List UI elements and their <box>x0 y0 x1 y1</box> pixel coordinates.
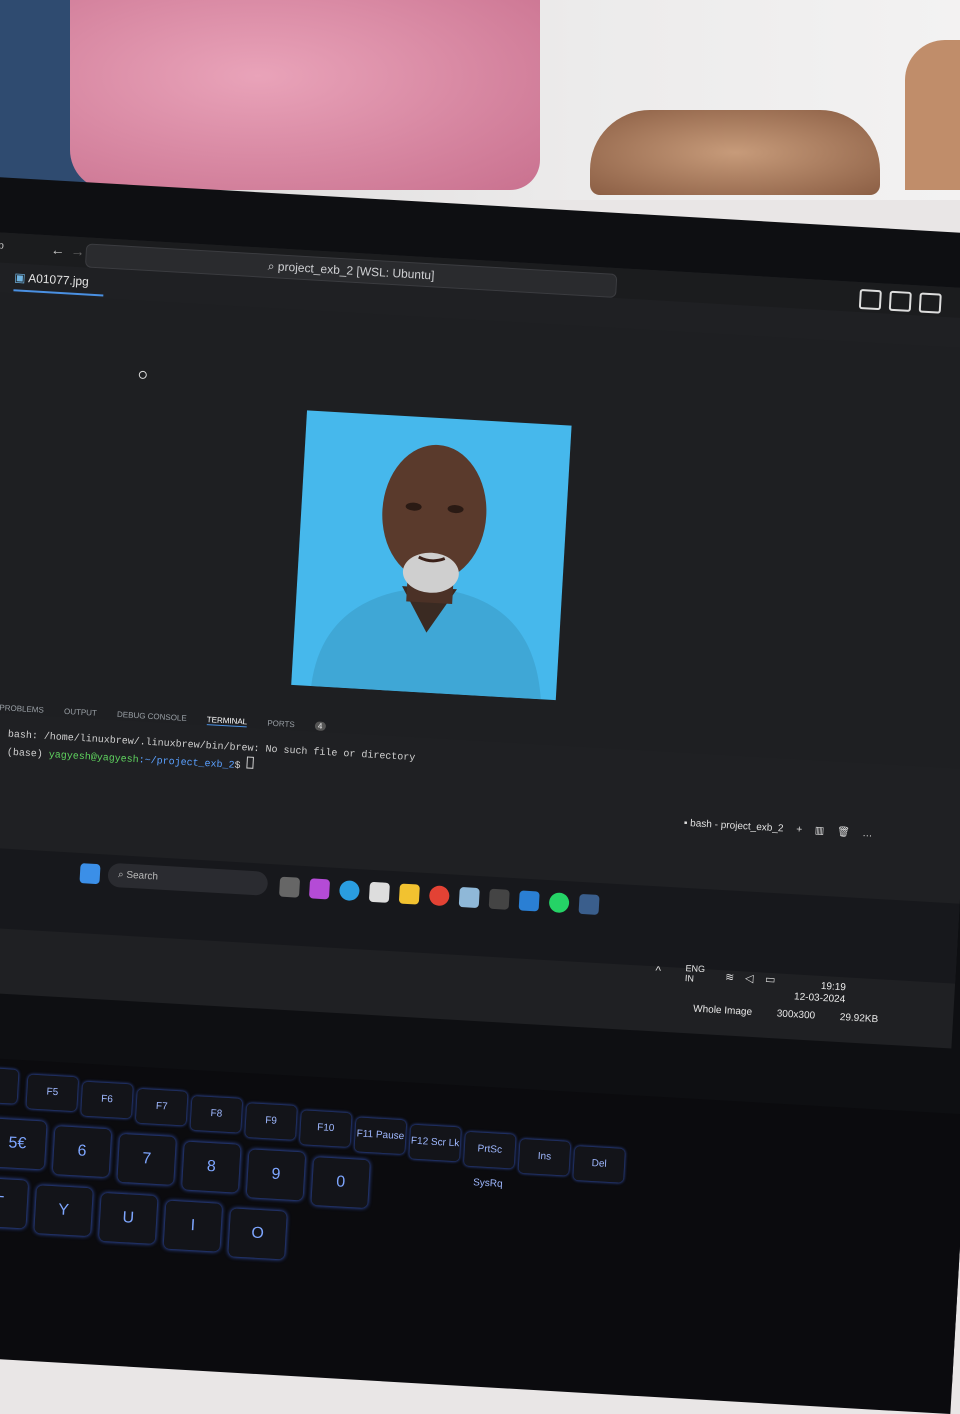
taskbar-search[interactable]: ⌕ Search <box>107 862 269 896</box>
key-prtsc[interactable]: PrtSc SysRq <box>463 1131 516 1190</box>
pink-garment <box>70 0 540 190</box>
chrome-icon[interactable] <box>428 885 450 907</box>
date-label: 12-03-2024 <box>793 991 846 1006</box>
battery-icon[interactable]: ▭ <box>765 973 776 987</box>
tab-output[interactable]: OUTPUT <box>64 707 97 718</box>
image-size: 29.92KB <box>839 1012 879 1026</box>
conda-prefix: (base) <box>6 747 50 762</box>
command-center[interactable]: ⌕ project_exb_2 [WSL: Ubuntu] <box>84 243 618 298</box>
user-host: yagyesh@yagyesh <box>48 750 139 767</box>
terminal-app-icon[interactable] <box>488 888 510 910</box>
blanket <box>590 110 880 195</box>
clock[interactable]: 19:19 12-03-2024 <box>794 979 846 1006</box>
key-f6[interactable]: F6 <box>81 1081 133 1119</box>
windows-start-icon[interactable] <box>79 863 101 885</box>
layout-toggle-panel-icon[interactable] <box>888 290 912 312</box>
key-u[interactable]: U <box>98 1192 158 1244</box>
region-label: IN <box>684 973 695 984</box>
postgres-icon[interactable] <box>578 893 600 915</box>
key-y[interactable]: Y <box>34 1185 93 1237</box>
trash-icon[interactable]: 🗑 <box>837 827 850 839</box>
command-center-label: project_exb_2 [WSL: Ubuntu] <box>277 259 435 283</box>
key-t[interactable]: T <box>0 1177 29 1229</box>
wifi-icon[interactable]: ≋ <box>725 970 735 984</box>
portrait-photo <box>291 410 572 701</box>
calendar-icon[interactable] <box>368 881 390 903</box>
back-arrow-icon[interactable]: ← <box>50 241 65 258</box>
laptop: lp ← → ⌕ project_exb_2 [WSL: Ubuntu] ▣ A… <box>0 175 960 1414</box>
volume-icon[interactable]: ◁ <box>745 972 754 985</box>
key-7[interactable]: 7 <box>117 1133 176 1185</box>
image-dimensions: 300x300 <box>776 1008 816 1022</box>
cursor-block <box>246 756 255 769</box>
left-fragment: lp <box>0 240 5 252</box>
key-i[interactable]: I <box>163 1200 223 1252</box>
screen: lp ← → ⌕ project_exb_2 [WSL: Ubuntu] ▣ A… <box>0 229 960 1049</box>
tab-ports[interactable]: PORTS <box>267 719 295 730</box>
key-8[interactable]: 8 <box>181 1141 241 1193</box>
ports-count-badge: 4 <box>314 721 326 731</box>
key-5[interactable]: 5€ <box>0 1118 47 1170</box>
key-o[interactable]: O <box>228 1208 287 1260</box>
windows-taskbar: ⌕ Search <box>0 843 960 984</box>
language-indicator[interactable]: ENG IN <box>685 963 706 984</box>
whatsapp-icon[interactable] <box>548 892 570 914</box>
key-f11[interactable]: F11 Pause <box>354 1117 407 1155</box>
split-icon[interactable]: ▥ <box>814 825 824 837</box>
file-explorer-icon[interactable] <box>398 883 420 905</box>
key-f7[interactable]: F7 <box>135 1088 188 1126</box>
cursor-icon <box>138 370 148 380</box>
terminal-instance-label: bash - project_exb_2 <box>689 818 784 835</box>
key-del[interactable]: Del <box>573 1146 626 1183</box>
chevron-up-icon[interactable]: ^ <box>655 963 661 977</box>
key-6[interactable]: 6 <box>52 1126 112 1178</box>
task-view-icon[interactable] <box>278 876 301 898</box>
layout-toggle-sidebar-icon[interactable] <box>858 288 882 311</box>
prompt-suffix: $ <box>234 760 247 773</box>
image-status-bar: Whole Image 300x300 29.92KB <box>693 1004 879 1026</box>
key-f4[interactable]: F4 <box>0 1066 19 1104</box>
tab-terminal[interactable]: TERMINAL <box>206 715 248 728</box>
search-label: Search <box>126 869 159 883</box>
key-ins[interactable]: Ins <box>518 1138 571 1176</box>
key-9[interactable]: 9 <box>246 1149 306 1201</box>
cwd-path: :~/project_exb_2 <box>138 755 235 772</box>
key-f5[interactable]: F5 <box>26 1074 79 1112</box>
key-f9[interactable]: F9 <box>245 1103 297 1140</box>
terminal-instance[interactable]: ▪ bash - project_exb_2 + ▥ 🗑 … <box>684 818 873 840</box>
more-icon[interactable]: … <box>862 828 873 840</box>
portrait-illustration <box>311 444 541 700</box>
image-viewer <box>0 289 960 769</box>
key-f8[interactable]: F8 <box>190 1095 243 1133</box>
keyboard: F4 F5 F6 F7 F8 F9 F10 F11 Pause F12 Scr … <box>0 1053 960 1414</box>
vscode-icon[interactable] <box>518 890 540 912</box>
app-icon-purple[interactable] <box>308 878 331 900</box>
forward-arrow-icon[interactable]: → <box>70 243 85 260</box>
key-0[interactable]: 0 <box>311 1157 370 1209</box>
person-arm <box>905 40 960 190</box>
add-terminal-icon[interactable]: + <box>796 824 802 835</box>
key-f10[interactable]: F10 <box>299 1110 352 1148</box>
editor-tab[interactable]: ▣ A01077.jpg ✕ <box>13 265 105 309</box>
image-mode: Whole Image <box>692 1003 753 1018</box>
layout-toggle-secondary-icon[interactable] <box>918 292 942 314</box>
key-f12[interactable]: F12 Scr Lk <box>409 1124 462 1162</box>
edge-icon[interactable] <box>338 880 361 902</box>
tab-label: A01077.jpg <box>27 271 90 289</box>
image-file-icon: ▣ <box>13 270 29 286</box>
app-icon-image[interactable] <box>458 886 480 909</box>
tab-problems[interactable]: PROBLEMS <box>0 703 44 715</box>
